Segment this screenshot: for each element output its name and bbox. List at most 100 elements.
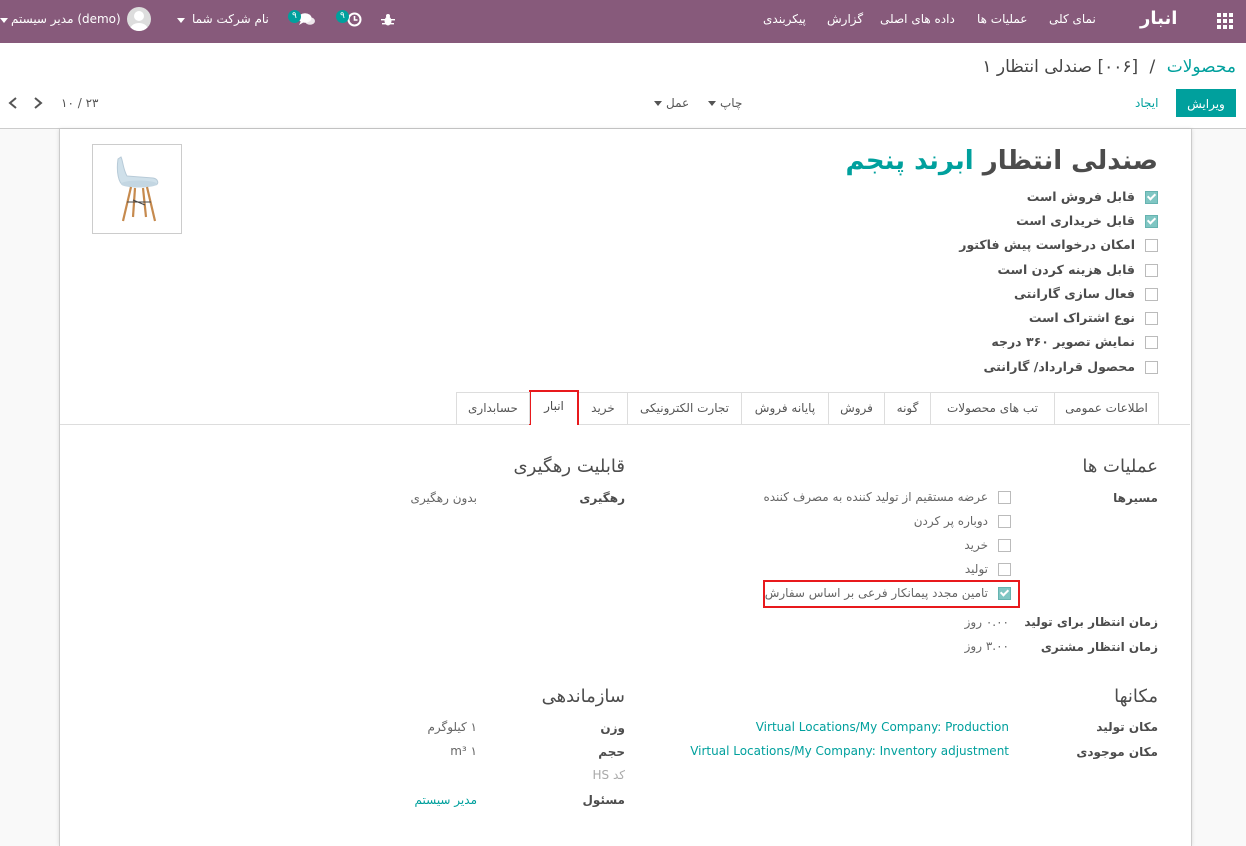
breadcrumb: محصولات / [۰۰۶] صندلی انتظار ۱ [982,57,1236,77]
flag-can-be-expensed[interactable]: قابل هزینه کردن است [997,262,1158,282]
checkbox-icon[interactable] [998,563,1011,576]
chair-image-icon [116,156,159,222]
route-dropship[interactable]: عرضه مستقیم از تولید کننده به مصرف کننده [763,490,1011,504]
production-location-link[interactable]: Virtual Locations/My Company: Production [756,720,1009,734]
menu-overview[interactable]: نمای کلی [1049,12,1096,26]
create-button[interactable]: ایجاد [1135,96,1158,110]
flag-label: نمایش تصویر ۳۶۰ درجه [991,334,1135,349]
checkbox-checked-icon[interactable] [1145,191,1158,204]
tab-purchase[interactable]: خرید [578,392,628,424]
checkbox-icon[interactable] [1145,264,1158,277]
edit-button[interactable]: ویرایش [1176,89,1236,117]
print-dropdown[interactable]: چاپ [704,96,742,110]
flag-label: فعال سازی گارانتی [1013,286,1135,301]
flag-label: قابل خریداری است [1016,213,1135,228]
volume-value[interactable]: m³ ۱ [450,744,477,758]
checkbox-icon[interactable] [1145,312,1158,325]
manufacturing-lead-value[interactable]: ۰.۰۰ روز [965,615,1009,629]
flag-360-image[interactable]: نمایش تصویر ۳۶۰ درجه [991,334,1158,354]
hs-code-field[interactable]: کد HS [593,768,625,782]
app-name[interactable]: انبار [1140,8,1177,29]
customer-lead-value[interactable]: ۳.۰۰ روز [965,639,1009,653]
activity-clock-icon[interactable] [347,12,362,31]
action-caret-icon [654,101,662,106]
locations-heading: مکانها [1114,686,1158,707]
flag-label: محصول قرارداد/ گارانتی [983,359,1135,374]
production-location-label: مکان تولید [1096,720,1158,734]
route-label: تولید [964,562,988,576]
logistics-heading: سازماندهی [541,686,625,707]
traceability-heading: قابلیت رهگیری [513,456,625,477]
breadcrumb-products-link[interactable]: محصولات [1167,57,1236,77]
responsible-link[interactable]: مدیر سیستم [415,793,478,807]
breadcrumb-current: [۰۰۶] صندلی انتظار ۱ [982,57,1139,77]
print-caret-icon [708,101,716,106]
action-label: عمل [666,96,690,110]
user-caret-icon [0,18,8,23]
inventory-location-link[interactable]: Virtual Locations/My Company: Inventory … [690,744,1009,758]
route-label: عرضه مستقیم از تولید کننده به مصرف کننده [763,490,988,504]
responsible-label: مسئول [582,793,625,807]
tab-general-info[interactable]: اطلاعات عمومی [1054,392,1159,424]
debug-bug-icon[interactable] [381,13,395,31]
menu-master-data[interactable]: داده های اصلی [880,12,955,26]
menu-reporting[interactable]: گزارش [827,12,863,26]
flag-warranty-activation[interactable]: فعال سازی گارانتی [1014,286,1158,306]
manufacturing-lead-label: زمان انتظار برای تولید [1024,615,1158,629]
flag-subscription-type[interactable]: نوع اشتراک است [1029,310,1158,330]
route-manufacture[interactable]: تولید [965,562,1011,576]
tracking-label: رهگیری [579,491,625,505]
tab-product-tabs[interactable]: تب های محصولات [930,392,1055,424]
checkbox-icon[interactable] [1145,336,1158,349]
company-switcher[interactable]: نام شرکت شما [192,12,269,26]
operations-heading: عملیات ها [1082,456,1158,477]
checkbox-icon[interactable] [998,515,1011,528]
flag-contract-warranty[interactable]: محصول قرارداد/ گارانتی [984,359,1158,379]
flag-label: قابل فروش است [1026,189,1135,204]
checkbox-icon[interactable] [1145,239,1158,252]
flag-can-be-purchased[interactable]: قابل خریداری است [1016,213,1158,233]
top-navbar: انبار نمای کلی عملیات ها داده های اصلی گ… [0,0,1246,43]
route-replenish[interactable]: دوباره پر کردن [914,514,1011,528]
breadcrumb-separator: / [1149,57,1156,77]
tab-point-of-sale[interactable]: پایانه فروش [741,392,829,424]
user-avatar[interactable] [127,7,151,31]
checkbox-icon[interactable] [1145,288,1158,301]
route-label: دوباره پر کردن [913,514,988,528]
action-dropdown[interactable]: عمل [650,96,689,110]
flag-can-be-sold[interactable]: قابل فروش است [1027,189,1158,209]
pager-value[interactable]: ۱۰ / ۲۳ [61,96,98,110]
activity-badge: ۹ [336,10,349,23]
weight-value[interactable]: ۱ کیلوگرم [427,720,477,734]
user-menu[interactable]: مدیر سیستم (demo) [11,12,121,26]
checkbox-icon[interactable] [998,539,1011,552]
product-title-highlight: ابرند پنجم [845,146,974,176]
flag-label: قابل هزینه کردن است [997,262,1135,277]
flag-label: امکان درخواست پیش فاکتور [959,237,1135,252]
flag-label: نوع اشتراک است [1028,310,1135,325]
weight-label: وزن [600,721,625,735]
tracking-value[interactable]: بدون رهگیری [411,491,477,505]
print-label: چاپ [720,96,743,110]
company-name: نام شرکت شما [192,12,269,26]
menu-configuration[interactable]: پیکربندی [763,12,806,26]
route-label: خرید [964,538,988,552]
messages-badge: ۹ [288,10,301,23]
tab-inventory[interactable]: انبار [529,390,579,425]
menu-operations[interactable]: عملیات ها [977,12,1027,26]
checkbox-checked-icon[interactable] [1145,215,1158,228]
checkbox-icon[interactable] [1145,361,1158,374]
pager-prev-icon[interactable] [8,97,18,113]
tab-sales[interactable]: فروش [828,392,885,424]
checkbox-icon[interactable] [998,491,1011,504]
product-image[interactable] [92,144,182,234]
route-buy[interactable]: خرید [964,538,1011,552]
tab-variants[interactable]: گونه [884,392,931,424]
tab-ecommerce[interactable]: تجارت الکترونیکی [627,392,742,424]
apps-menu-icon[interactable] [1217,13,1233,29]
product-title[interactable]: صندلی انتظار ابرند پنجم [846,146,1158,176]
pager-next-icon[interactable] [33,97,43,113]
tab-accounting[interactable]: حسابداری [456,392,530,424]
tabs-baseline [60,424,1190,425]
flag-quotation-request[interactable]: امکان درخواست پیش فاکتور [959,237,1158,257]
